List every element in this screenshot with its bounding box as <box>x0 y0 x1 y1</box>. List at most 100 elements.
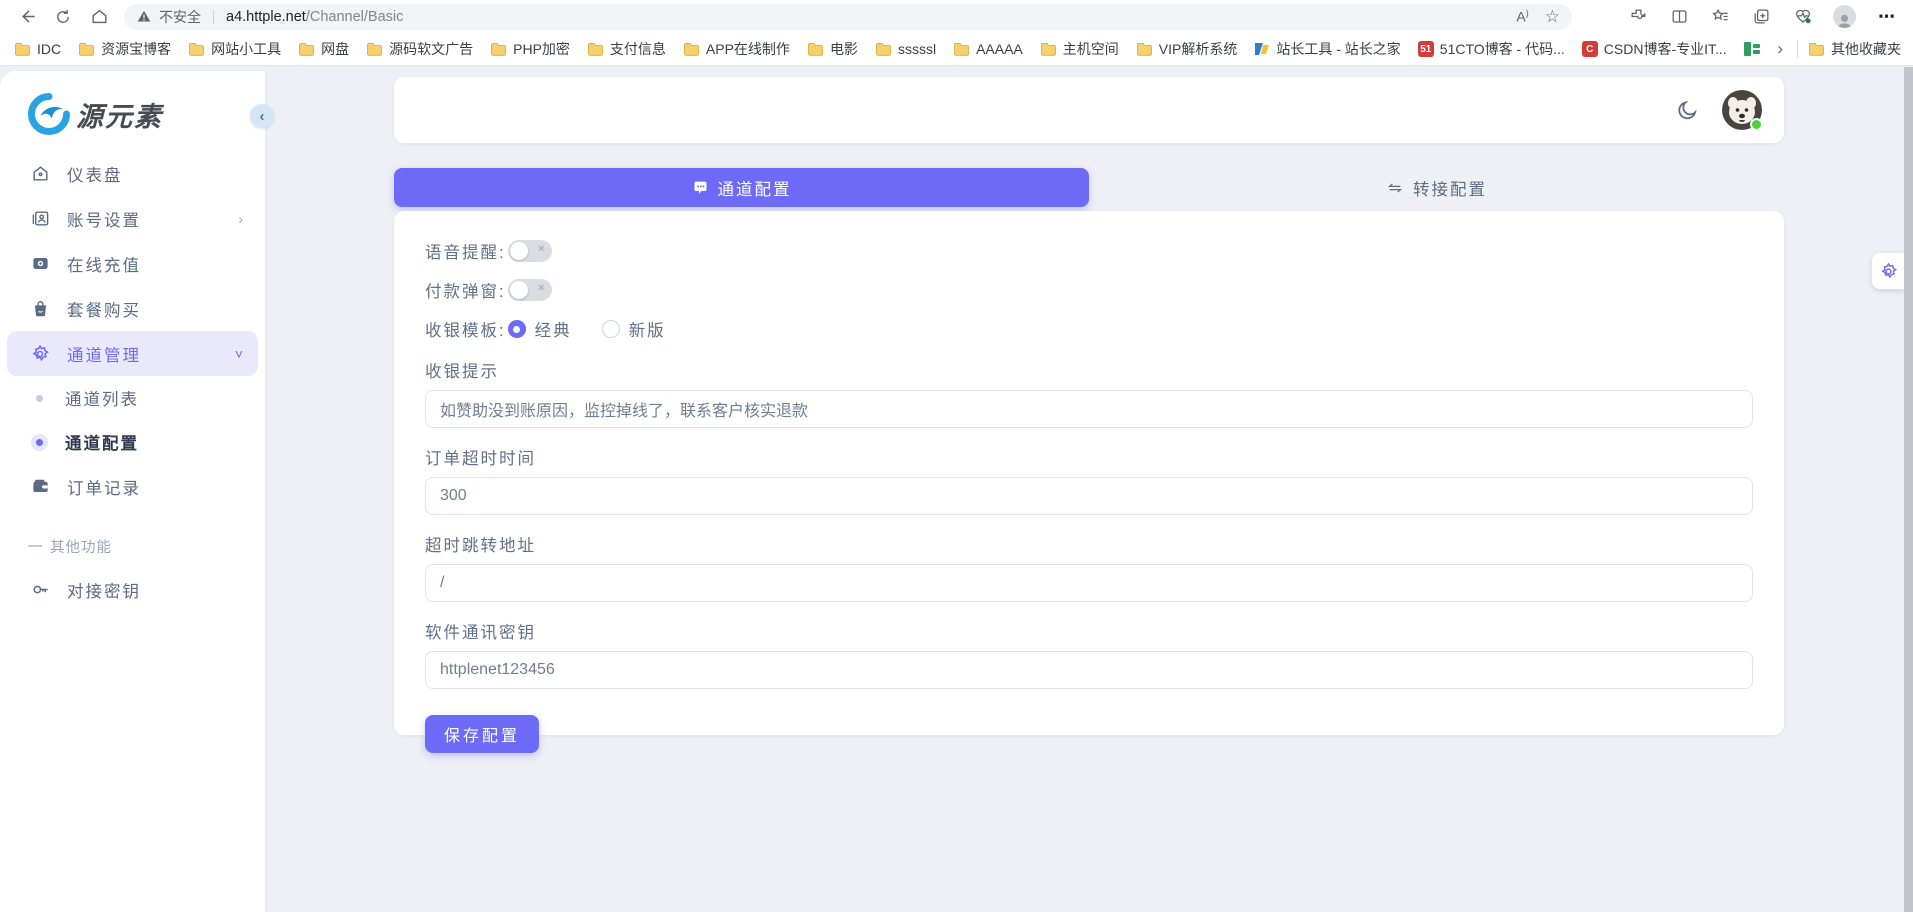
read-aloud-icon[interactable]: A) <box>1516 8 1528 25</box>
cashier-template-label: 收银模板: <box>425 317 506 341</box>
address-bar[interactable]: 不安全 a4.httple.net/Channel/Basic A) ☆ <box>124 4 1572 30</box>
cashier-template-row: 收银模板: 经典 新版 <box>425 317 1753 341</box>
swap-arrows-icon <box>1386 180 1404 196</box>
dark-mode-moon-icon[interactable] <box>1676 98 1700 122</box>
shopping-bag-icon <box>30 299 50 319</box>
home-icon[interactable] <box>88 6 110 28</box>
bookmark-item[interactable]: 主机空间 <box>1040 39 1119 59</box>
logo-text: 源元素 <box>76 95 163 134</box>
chinaz-icon <box>1254 41 1270 57</box>
comm-secret-label: 软件通讯密钥 <box>425 619 1753 643</box>
csdn-icon: C <box>1582 41 1598 57</box>
order-timeout-input[interactable] <box>425 477 1753 515</box>
dashboard-home-icon <box>30 164 50 184</box>
bullet-dot-icon <box>36 395 43 402</box>
warning-icon <box>136 9 152 24</box>
bookmarks-separator <box>1797 40 1798 58</box>
freebuf-icon <box>1744 42 1760 56</box>
chevron-down-icon: ˅ <box>235 346 245 362</box>
save-config-button[interactable]: 保存配置 <box>425 715 539 753</box>
url-path: /Channel/Basic <box>306 9 404 25</box>
bookmark-item[interactable]: 电影 <box>807 39 858 59</box>
tab-transfer-config[interactable]: 转接配置 <box>1089 168 1784 207</box>
toggle-off-x-icon: × <box>538 243 544 255</box>
collections-icon[interactable] <box>1751 6 1772 27</box>
bookmark-item[interactable]: AAAAA <box>953 41 1023 57</box>
sidebar-menu: 仪表盘 账号设置 › 在线充值 套餐购买 通道管理 ˅ 通 <box>0 135 265 612</box>
config-tabs: 通道配置 转接配置 <box>394 168 1784 207</box>
tab-channel-config[interactable]: 通道配置 <box>394 168 1089 207</box>
app-page: 源元素 ‹ 仪表盘 账号设置 › 在线充值 套餐购买 通道 <box>0 67 1913 912</box>
payment-popup-toggle[interactable]: × <box>508 279 552 301</box>
sidebar-section-other: 其他功能 <box>0 531 265 561</box>
refresh-icon[interactable] <box>52 6 74 28</box>
bookmark-item[interactable]: 源码软文广告 <box>366 39 473 59</box>
bookmark-item[interactable]: 站长工具 - 站长之家 <box>1254 39 1400 59</box>
sidebar-item-packages[interactable]: 套餐购买 <box>0 286 265 331</box>
payment-popup-row: 付款弹窗: × <box>425 278 1753 301</box>
browser-essentials-icon[interactable] <box>1792 6 1813 27</box>
sidebar-item-channel-management[interactable]: 通道管理 ˅ <box>7 331 258 376</box>
sidebar-subitem-channel-config[interactable]: 通道配置 <box>0 420 265 464</box>
sidebar-item-account-settings[interactable]: 账号设置 › <box>0 196 265 241</box>
chat-bubble-icon <box>692 180 709 196</box>
bookmark-item[interactable]: 5151CTO博客 - 代码... <box>1418 39 1565 59</box>
logo-mark-icon <box>28 93 70 135</box>
theme-settings-gear-button[interactable] <box>1872 253 1904 289</box>
page-scrollbar[interactable] <box>1904 67 1913 912</box>
comm-secret-input[interactable] <box>425 651 1753 689</box>
sidebar-item-dashboard[interactable]: 仪表盘 <box>0 151 265 196</box>
cashier-tip-input[interactable] <box>425 390 1753 428</box>
voice-reminder-toggle[interactable]: × <box>508 240 552 262</box>
favorites-icon[interactable] <box>1710 6 1731 27</box>
bookmark-item[interactable]: VIP解析系统 <box>1136 39 1238 59</box>
sidebar-item-api-keys[interactable]: 对接密钥 <box>0 567 265 612</box>
bookmark-item[interactable]: APP在线制作 <box>683 39 790 59</box>
bookmark-item[interactable]: sssssl <box>875 41 936 57</box>
radio-unselected-icon <box>602 320 620 338</box>
sidebar-item-order-records[interactable]: 订单记录 <box>0 464 265 509</box>
user-avatar[interactable] <box>1722 90 1762 130</box>
key-icon <box>30 580 50 600</box>
favorite-star-icon[interactable]: ☆ <box>1545 7 1560 27</box>
browser-profile-icon[interactable] <box>1833 5 1856 28</box>
radio-selected-icon <box>508 320 526 338</box>
bookmarks-overflow-chevron[interactable]: › <box>1773 39 1787 59</box>
bookmark-item[interactable]: 网盘 <box>298 39 349 59</box>
cashier-tip-label: 收银提示 <box>425 358 1753 382</box>
toggle-off-x-icon: × <box>538 282 544 294</box>
bullet-dot-icon <box>36 439 43 446</box>
chevron-right-icon: › <box>238 211 245 227</box>
split-screen-icon[interactable] <box>1669 6 1690 27</box>
bookmarks-bar: IDC 资源宝博客 网站小工具 网盘 源码软文广告 PHP加密 支付信息 APP… <box>0 33 1913 66</box>
timeout-redirect-input[interactable] <box>425 564 1753 602</box>
bookmark-item[interactable]: CCSDN博客-专业IT... <box>1582 39 1727 59</box>
sidebar-item-recharge[interactable]: 在线充值 <box>0 241 265 286</box>
sidebar-subitem-channel-list[interactable]: 通道列表 <box>0 376 265 420</box>
voice-reminder-row: 语音提醒: × <box>425 239 1753 262</box>
sidebar-collapse-button[interactable]: ‹ <box>250 104 274 128</box>
voice-reminder-label: 语音提醒: <box>425 239 506 263</box>
bookmark-item[interactable]: 网站小工具 <box>188 39 281 59</box>
channel-config-form: 语音提醒: × 付款弹窗: × 收银模板: 经典 新版 <box>394 211 1784 735</box>
cashier-tip-group: 收银提示 <box>425 358 1753 428</box>
other-favorites[interactable]: 其他收藏夹 <box>1808 39 1901 59</box>
sidebar: 源元素 ‹ 仪表盘 账号设置 › 在线充值 套餐购买 通道 <box>0 71 265 912</box>
browser-toolbar: 不安全 a4.httple.net/Channel/Basic A) ☆ ⋯ <box>0 0 1913 33</box>
radio-new-version[interactable]: 新版 <box>602 317 666 341</box>
bookmark-item[interactable]: IDC <box>14 41 61 57</box>
url-divider <box>213 10 214 24</box>
comm-secret-group: 软件通讯密钥 <box>425 619 1753 689</box>
bookmark-item[interactable]: 支付信息 <box>587 39 666 59</box>
bookmark-item[interactable]: PHP加密 <box>490 39 570 59</box>
app-logo: 源元素 <box>0 71 265 135</box>
bookmark-item[interactable]: 资源宝博客 <box>78 39 171 59</box>
more-menu-icon[interactable]: ⋯ <box>1876 6 1897 27</box>
gear-icon <box>30 344 50 364</box>
extensions-icon[interactable] <box>1628 6 1649 27</box>
toggle-knob <box>510 242 528 260</box>
payment-popup-label: 付款弹窗: <box>425 278 506 302</box>
radio-classic[interactable]: 经典 <box>508 317 572 341</box>
section-dash <box>28 545 42 547</box>
back-icon[interactable] <box>16 6 38 28</box>
